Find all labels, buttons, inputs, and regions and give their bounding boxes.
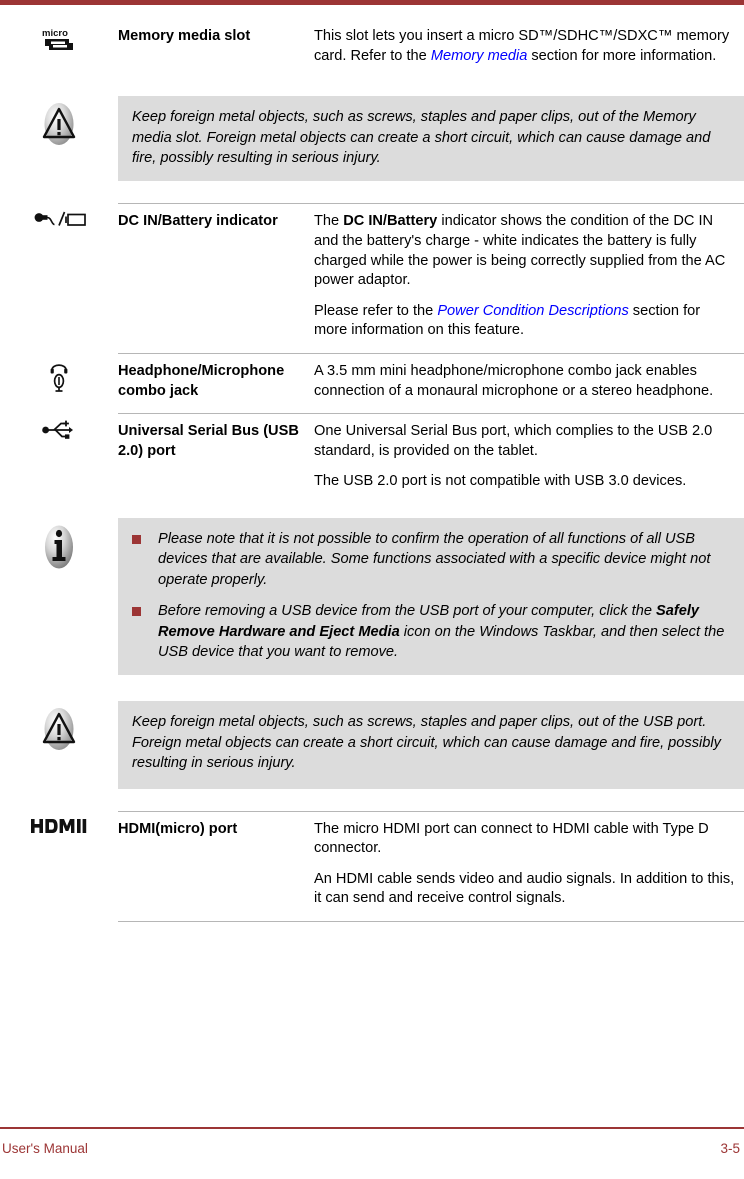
- desc-text-tail: section for more information.: [527, 47, 717, 64]
- row-content: Memory media slot This slot lets you ins…: [118, 19, 744, 78]
- bullet-square-icon: [132, 607, 141, 617]
- caution-box-usb-port: Keep foreign metal objects, such as scre…: [0, 701, 744, 789]
- spec-name: Memory media slot: [118, 28, 251, 44]
- page-footer: User's Manual 3-5: [0, 1127, 744, 1179]
- row-content: DC IN/Battery indicator The DC IN/Batter…: [118, 203, 744, 353]
- spec-name: Headphone/Microphone combo jack: [118, 362, 285, 399]
- spec-name: Universal Serial Bus (USB 2.0) port: [118, 423, 299, 459]
- footer-rule: [0, 1127, 744, 1129]
- svg-text:micro: micro: [42, 28, 68, 39]
- row-content: Headphone/Microphone combo jack A 3.5 mm…: [118, 352, 744, 413]
- micro-sd-card-icon: micro: [42, 28, 73, 50]
- icon-cell: [0, 518, 118, 570]
- row-content: HDMI(micro) port The micro HDMI port can…: [118, 810, 744, 921]
- desc-text: Please refer to the: [314, 302, 438, 319]
- dc-in-battery-icon: [34, 212, 86, 227]
- description-paragraph: The DC IN/Battery indicator shows the co…: [314, 212, 736, 290]
- icon-cell: [0, 96, 118, 146]
- caution-text: Keep foreign metal objects, such as scre…: [132, 109, 711, 166]
- description-paragraph: A 3.5 mm mini headphone/microphone combo…: [314, 362, 714, 399]
- row-content: Please note that it is not possible to c…: [118, 517, 744, 676]
- spec-description: A 3.5 mm mini headphone/microphone combo…: [314, 354, 744, 413]
- headphone-microphone-icon: [50, 364, 68, 392]
- page-body: micro Memory media slot This slot lets y…: [0, 5, 744, 1112]
- bullet-text-a: Before removing a USB device from the US…: [158, 603, 657, 620]
- memory-media-link[interactable]: Memory media: [431, 48, 528, 64]
- row-content: Keep foreign metal objects, such as scre…: [118, 701, 744, 789]
- caution-box-memory-media: Keep foreign metal objects, such as scre…: [0, 96, 744, 182]
- hdmi-logo-icon: [31, 818, 87, 833]
- description-paragraph: This slot lets you insert a micro SD™/SD…: [314, 27, 736, 66]
- bullet-text: Before removing a USB device from the US…: [158, 601, 730, 662]
- description-paragraph: One Universal Serial Bus port, which com…: [314, 423, 713, 459]
- bullet-text: Please note that it is not possible to c…: [158, 530, 711, 588]
- description-paragraph: The micro HDMI port can connect to HDMI …: [314, 820, 709, 857]
- spec-description: The micro HDMI port can connect to HDMI …: [314, 812, 744, 921]
- desc-text: The: [314, 213, 344, 230]
- icon-cell: [0, 413, 118, 441]
- icon-cell-spacer: [0, 921, 118, 927]
- info-circle-icon: [45, 525, 73, 569]
- spec-row-headphone-microphone-combo-jack: Headphone/Microphone combo jack A 3.5 mm…: [0, 352, 744, 413]
- spec-name: DC IN/Battery indicator: [118, 213, 278, 230]
- icon-cell: micro: [0, 19, 118, 51]
- caution-triangle-icon: [42, 708, 76, 751]
- row-content: [118, 920, 744, 942]
- bullet-square-icon: [132, 534, 141, 544]
- footer-manual-label: User's Manual: [2, 1141, 88, 1156]
- icon-cell: [0, 811, 118, 835]
- table-bottom-rule: [0, 920, 744, 942]
- spec-row-usb-port: Universal Serial Bus (USB 2.0) port One …: [0, 413, 744, 504]
- spec-description: This slot lets you insert a micro SD™/SD…: [314, 19, 744, 78]
- description-paragraph-2: An HDMI cable sends video and audio sign…: [314, 870, 735, 907]
- row-content: Keep foreign metal objects, such as scre…: [118, 96, 744, 182]
- spec-name: HDMI(micro) port: [118, 820, 238, 837]
- icon-cell: [0, 701, 118, 751]
- caution-triangle-icon: [42, 103, 76, 146]
- note-bullet-item: Before removing a USB device from the US…: [132, 601, 730, 662]
- note-bullet-list: Please note that it is not possible to c…: [132, 529, 730, 662]
- usb-icon: [42, 420, 73, 439]
- icon-cell: [0, 353, 118, 393]
- spec-row-hdmi-micro-port: HDMI(micro) port The micro HDMI port can…: [0, 810, 744, 921]
- spec-row-memory-media-slot: micro Memory media slot This slot lets y…: [0, 19, 744, 78]
- spec-description: One Universal Serial Bus port, which com…: [314, 414, 744, 504]
- footer-page-number: 3-5: [720, 1141, 740, 1156]
- spec-description: The DC IN/Battery indicator shows the co…: [314, 204, 744, 353]
- icon-cell: [0, 203, 118, 231]
- note-bullet-item: Please note that it is not possible to c…: [132, 529, 730, 590]
- caution-text: Keep foreign metal objects, such as scre…: [132, 714, 721, 772]
- info-box-usb-devices: Please note that it is not possible to c…: [0, 517, 744, 676]
- row-content: Universal Serial Bus (USB 2.0) port One …: [118, 413, 744, 504]
- spec-row-dc-in-battery-indicator: DC IN/Battery indicator The DC IN/Batter…: [0, 203, 744, 353]
- power-condition-descriptions-link[interactable]: Power Condition Descriptions: [437, 303, 628, 319]
- description-paragraph-2: Please refer to the Power Condition Desc…: [314, 302, 736, 341]
- description-paragraph-2: The USB 2.0 port is not compatible with …: [314, 473, 687, 490]
- desc-bold: DC IN/Battery: [343, 213, 438, 230]
